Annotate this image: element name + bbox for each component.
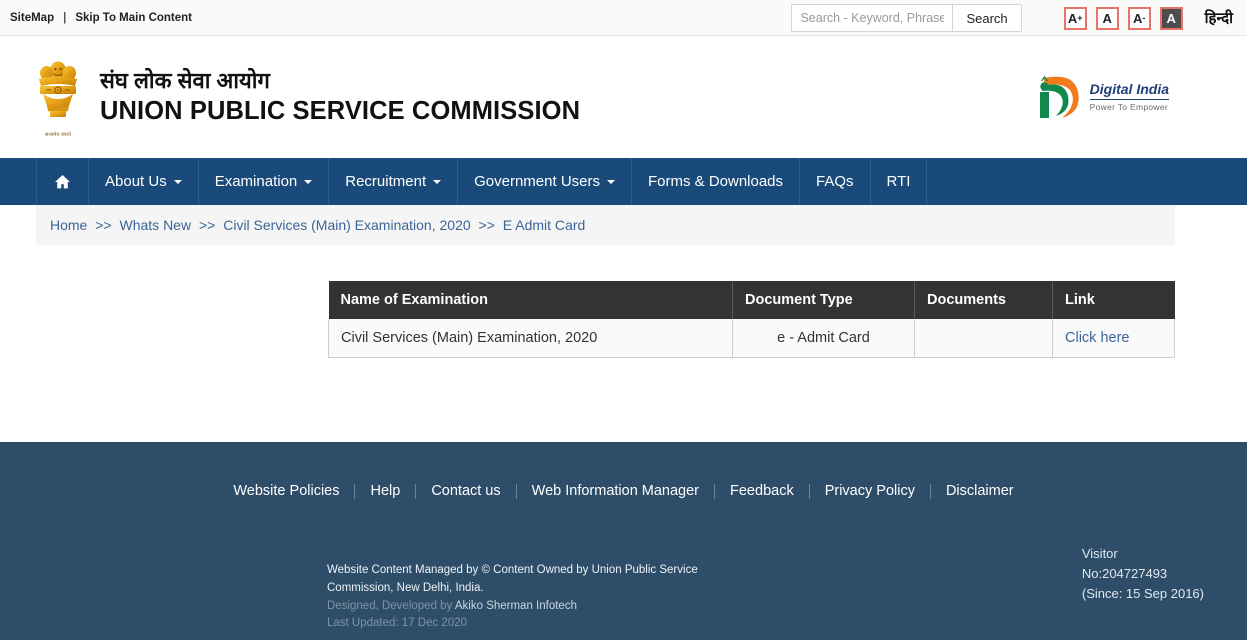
table-body: Civil Services (Main) Examination, 2020 … (328, 319, 1175, 358)
footer-link-web-information-manager[interactable]: Web Information Manager (517, 484, 716, 499)
breadcrumb-separator: >> (95, 217, 112, 233)
search-button[interactable]: Search (952, 5, 1021, 31)
nav-label-recruitment: Recruitment (345, 173, 427, 190)
breadcrumb-item-home[interactable]: Home (50, 217, 87, 233)
developer-link[interactable]: Akiko Sherman Infotech (455, 600, 577, 612)
chevron-down-icon (606, 179, 615, 184)
click-here-link[interactable]: Click here (1065, 330, 1129, 346)
table-row: Civil Services (Main) Examination, 2020 … (328, 319, 1175, 358)
site-titles: संघ लोक सेवा आयोग UNION PUBLIC SERVICE C… (100, 68, 580, 126)
font-increase-label: A (1067, 10, 1078, 26)
nav-label-about-us: About Us (105, 173, 167, 190)
footer-content-note: Website Content Managed by © Content Own… (327, 562, 747, 633)
nav-item-about-us[interactable]: About Us (89, 158, 199, 205)
breadcrumb-separator: >> (198, 217, 216, 233)
breadcrumb-item-whats-new[interactable]: Whats New (120, 217, 192, 233)
footer: Website Policies Help Contact us Web Inf… (0, 442, 1247, 640)
font-increase-button[interactable]: A + (1063, 6, 1087, 30)
nav-label-examination: Examination (214, 173, 298, 190)
cell-name-of-examination: Civil Services (Main) Examination, 2020 (328, 319, 733, 358)
nav-item-home[interactable] (36, 158, 89, 205)
font-decrease-label: A (1132, 10, 1143, 26)
last-updated: Last Updated: 17 Dec 2020 (327, 617, 468, 630)
nav-item-examination[interactable]: Examination (199, 158, 330, 205)
main-content: Name of Examination Document Type Docume… (0, 245, 1247, 442)
footer-link-feedback[interactable]: Feedback (715, 484, 810, 499)
search-box: Search (791, 4, 1022, 32)
column-header-link: Link (1052, 281, 1175, 319)
admit-card-table: Name of Examination Document Type Docume… (328, 281, 1175, 358)
accessibility-controls: A + A A- A (1063, 6, 1183, 30)
breadcrumb-item-civil-services[interactable]: Civil Services (Main) Examination, 2020 (223, 217, 470, 233)
breadcrumb-separator: >> (478, 217, 495, 233)
language-hindi-link[interactable]: हिन्दी (1205, 8, 1233, 28)
column-header-document-type: Document Type (732, 281, 915, 319)
digital-india-text: Digital India Power To Empower (1089, 81, 1169, 112)
cell-document-type: e - Admit Card (732, 319, 915, 358)
nav-item-recruitment[interactable]: Recruitment (329, 158, 459, 205)
footer-links: Website Policies Help Contact us Web Inf… (0, 442, 1247, 499)
site-title-english: UNION PUBLIC SERVICE COMMISSION (100, 96, 581, 125)
nav-label-government-users: Government Users (474, 173, 600, 190)
column-header-name-of-examination: Name of Examination (328, 281, 733, 319)
footer-link-help[interactable]: Help (355, 484, 417, 499)
column-header-documents: Documents (914, 281, 1053, 319)
ashoka-lion-capital-icon (39, 61, 77, 117)
cell-documents (914, 319, 1053, 358)
digital-india-mark-icon (1039, 75, 1079, 118)
designed-prefix: Designed, Developed by (327, 599, 455, 612)
chevron-down-icon (173, 179, 182, 184)
footer-link-privacy-policy[interactable]: Privacy Policy (810, 484, 931, 499)
search-input[interactable] (792, 5, 953, 31)
masthead: सत्यमेव जयते संघ लोक सेवा आयोग UNION PUB… (0, 36, 1247, 158)
cell-link: Click here (1052, 319, 1175, 358)
sitemap-link[interactable]: SiteMap (10, 12, 54, 24)
top-right-controls: Search A+ A A- A हिन्दी (791, 0, 1247, 36)
high-contrast-button[interactable]: A (1159, 6, 1183, 30)
main-navigation: About Us Examination Recruitment Governm… (0, 158, 1247, 205)
digital-india-logo: Digital India Power To Empower (1024, 68, 1169, 126)
national-emblem: सत्यमेव जयते (32, 57, 84, 138)
breadcrumb-item-current: E Admit Card (502, 217, 586, 233)
site-title-hindi: संघ लोक सेवा आयोग (100, 67, 270, 93)
digital-india-name: Digital India (1089, 81, 1169, 100)
content-managed-by: Website Content Managed by © Content Own… (327, 564, 698, 594)
footer-link-website-policies[interactable]: Website Policies (218, 484, 356, 499)
breadcrumb: Home >> Whats New >> Civil Services (Mai… (36, 205, 1175, 245)
visitor-label: Visitor (1081, 546, 1118, 561)
visitor-counter: Visitor No:204727493 (Since: 15 Sep 2016… (1082, 544, 1204, 604)
font-decrease-button[interactable]: A- (1127, 6, 1151, 30)
nav-item-government-users[interactable]: Government Users (458, 158, 632, 205)
designed-developed-by: Designed, Developed by Akiko Sherman Inf… (327, 598, 747, 616)
visitor-since: (Since: 15 Sep 2016) (1081, 586, 1204, 602)
digital-india-tagline: Power To Empower (1089, 101, 1168, 112)
breadcrumb-container: Home >> Whats New >> Civil Services (Mai… (0, 205, 1247, 245)
visitor-number: No:204727493 (1081, 566, 1168, 582)
table-header-row: Name of Examination Document Type Docume… (328, 281, 1175, 319)
top-utility-bar: SiteMap | Skip To Main Content Search A+… (0, 0, 1247, 36)
home-icon (55, 174, 70, 188)
table-header: Name of Examination Document Type Docume… (328, 281, 1175, 319)
nav-item-rti[interactable]: RTI (871, 158, 928, 205)
footer-link-disclaimer[interactable]: Disclaimer (931, 484, 1029, 499)
skip-to-main-content-link[interactable]: Skip To Main Content (75, 12, 192, 24)
top-left-links: SiteMap | Skip To Main Content (0, 12, 192, 24)
topbar-separator: | (63, 11, 67, 24)
chevron-down-icon (304, 179, 313, 184)
nav-item-faqs[interactable]: FAQs (800, 158, 871, 205)
font-normal-button[interactable]: A (1095, 6, 1119, 30)
nav-item-forms-downloads[interactable]: Forms & Downloads (632, 158, 801, 205)
footer-link-contact-us[interactable]: Contact us (416, 484, 517, 499)
chevron-down-icon (433, 179, 442, 184)
emblem-motto: सत्यमेव जयते (44, 131, 72, 138)
